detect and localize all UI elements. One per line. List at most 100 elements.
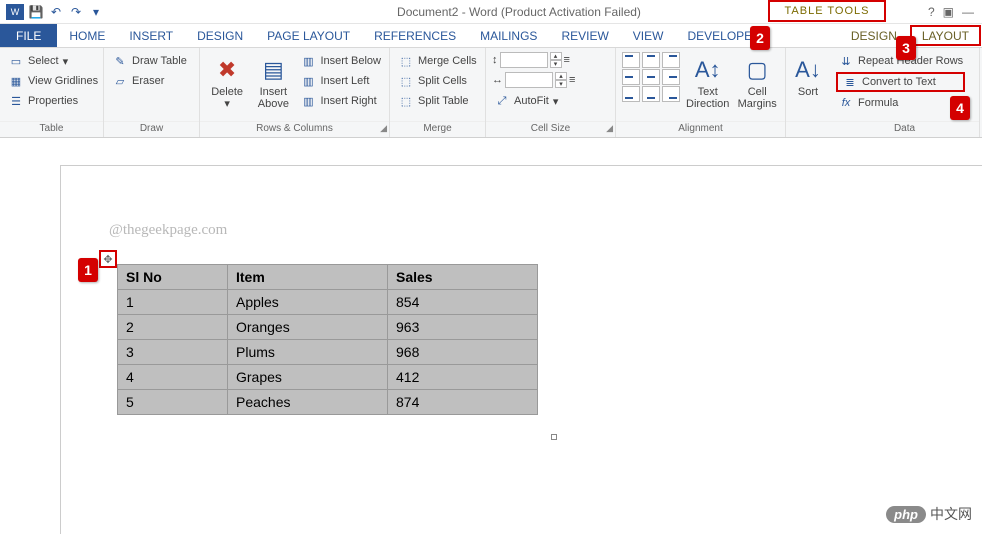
rows-cols-launcher-icon[interactable]: ◢: [380, 123, 387, 134]
callout-2: 2: [750, 26, 770, 50]
sort-icon: A↓: [792, 54, 824, 86]
insert-right-button[interactable]: ▥Insert Right: [298, 92, 383, 110]
distribute-rows-icon[interactable]: ≡: [564, 54, 570, 66]
insert-above-icon: ▤: [257, 54, 289, 86]
insert-above-button[interactable]: ▤Insert Above: [252, 52, 294, 112]
group-label-alignment: Alignment: [616, 121, 785, 137]
sort-button[interactable]: A↓Sort: [790, 52, 826, 100]
table-header[interactable]: Sl No: [118, 265, 228, 290]
table-tools-context-label: TABLE TOOLS: [768, 0, 886, 22]
tab-home[interactable]: HOME: [57, 24, 117, 47]
data-table[interactable]: Sl No Item Sales 1Apples854 2Oranges963 …: [117, 264, 538, 415]
cell-size-launcher-icon[interactable]: ◢: [606, 123, 613, 134]
insert-left-button[interactable]: ▥Insert Left: [298, 72, 383, 90]
footer-brand-text: 中文网: [930, 504, 972, 524]
callout-4: 4: [950, 96, 970, 120]
tab-references[interactable]: REFERENCES: [362, 24, 468, 47]
document-page[interactable]: @thegeekpage.com ✥ Sl No Item Sales 1App…: [60, 165, 982, 534]
autofit-button[interactable]: ⤢AutoFit ▾: [492, 92, 575, 110]
pencil-icon: ✎: [112, 53, 128, 69]
text-direction-button[interactable]: A↕Text Direction: [684, 52, 731, 112]
group-label-draw: Draw: [104, 121, 199, 137]
draw-table-button[interactable]: ✎Draw Table: [110, 52, 189, 70]
ribbon-options-icon[interactable]: ▣: [943, 5, 954, 19]
table-header[interactable]: Item: [228, 265, 388, 290]
cell-margins-icon: ▢: [741, 54, 773, 86]
formula-icon: fx: [838, 95, 854, 111]
align-bottom-right[interactable]: [662, 86, 680, 102]
align-middle-left[interactable]: [622, 69, 640, 85]
merge-cells-button[interactable]: ⬚Merge Cells: [396, 52, 479, 70]
table-row: 5Peaches874: [118, 390, 538, 415]
table-header-row: Sl No Item Sales: [118, 265, 538, 290]
gridlines-icon: ▦: [8, 73, 24, 89]
split-cells-icon: ⬚: [398, 73, 414, 89]
save-icon[interactable]: 💾: [28, 4, 44, 20]
distribute-cols-icon[interactable]: ≡: [569, 74, 575, 86]
split-table-icon: ⬚: [398, 93, 414, 109]
table-header[interactable]: Sales: [388, 265, 538, 290]
insert-right-icon: ▥: [300, 93, 316, 109]
split-table-button[interactable]: ⬚Split Table: [396, 92, 479, 110]
tab-view[interactable]: VIEW: [621, 24, 676, 47]
watermark-text: @thegeekpage.com: [109, 222, 227, 239]
eraser-icon: ▱: [112, 73, 128, 89]
select-button[interactable]: ▭Select ▾: [6, 52, 100, 70]
split-cells-button[interactable]: ⬚Split Cells: [396, 72, 479, 90]
tab-mailings[interactable]: MAILINGS: [468, 24, 549, 47]
convert-to-text-icon: ≣: [842, 74, 858, 90]
group-label-rows-cols: Rows & Columns◢: [200, 121, 389, 137]
table-row: 4Grapes412: [118, 365, 538, 390]
formula-button[interactable]: fxFormula: [836, 94, 965, 112]
properties-icon: ☰: [8, 93, 24, 109]
delete-button[interactable]: ✖Delete▾: [206, 52, 248, 112]
table-move-handle-icon[interactable]: ✥: [99, 250, 117, 268]
row-height-field[interactable]: ↕▴▾≡: [492, 52, 575, 68]
table-resize-handle-icon[interactable]: [551, 434, 557, 440]
col-width-icon: ↔: [492, 74, 503, 86]
cursor-icon: ▭: [8, 53, 24, 69]
cell-margins-button[interactable]: ▢Cell Margins: [735, 52, 779, 112]
group-label-cell-size: Cell Size◢: [486, 121, 615, 137]
group-label-merge: Merge: [390, 121, 485, 137]
align-top-left[interactable]: [622, 52, 640, 68]
qat-customize-icon[interactable]: ▾: [88, 4, 104, 20]
properties-button[interactable]: ☰Properties: [6, 92, 100, 110]
text-direction-icon: A↕: [692, 54, 724, 86]
callout-3: 3: [896, 36, 916, 60]
align-middle-center[interactable]: [642, 69, 660, 85]
undo-icon[interactable]: ↶: [48, 4, 64, 20]
insert-left-icon: ▥: [300, 73, 316, 89]
redo-icon[interactable]: ↷: [68, 4, 84, 20]
eraser-button[interactable]: ▱Eraser: [110, 72, 189, 90]
col-width-field[interactable]: ↔▴▾≡: [492, 72, 575, 88]
align-top-right[interactable]: [662, 52, 680, 68]
align-top-center[interactable]: [642, 52, 660, 68]
align-bottom-left[interactable]: [622, 86, 640, 102]
word-app-icon: W: [6, 4, 24, 20]
tab-table-layout[interactable]: LAYOUT: [910, 25, 981, 46]
help-icon[interactable]: ?: [928, 5, 935, 19]
row-height-icon: ↕: [492, 54, 498, 66]
align-middle-right[interactable]: [662, 69, 680, 85]
delete-icon: ✖: [211, 54, 243, 86]
php-badge: php: [886, 506, 926, 523]
view-gridlines-button[interactable]: ▦View Gridlines: [6, 72, 100, 90]
tab-design[interactable]: DESIGN: [185, 24, 255, 47]
tab-file[interactable]: FILE: [0, 24, 57, 47]
footer-brand: php 中文网: [886, 504, 972, 524]
tab-review[interactable]: REVIEW: [549, 24, 620, 47]
tab-insert[interactable]: INSERT: [117, 24, 185, 47]
group-label-table: Table: [0, 121, 103, 137]
align-bottom-center[interactable]: [642, 86, 660, 102]
repeat-header-icon: ⇊: [838, 53, 854, 69]
autofit-icon: ⤢: [494, 93, 510, 109]
tab-page-layout[interactable]: PAGE LAYOUT: [255, 24, 362, 47]
convert-to-text-button[interactable]: ≣Convert to Text: [836, 72, 965, 92]
group-label-data: Data: [830, 121, 979, 137]
callout-1: 1: [78, 258, 98, 282]
minimize-icon[interactable]: —: [962, 5, 974, 19]
merge-cells-icon: ⬚: [398, 53, 414, 69]
insert-below-icon: ▥: [300, 53, 316, 69]
insert-below-button[interactable]: ▥Insert Below: [298, 52, 383, 70]
